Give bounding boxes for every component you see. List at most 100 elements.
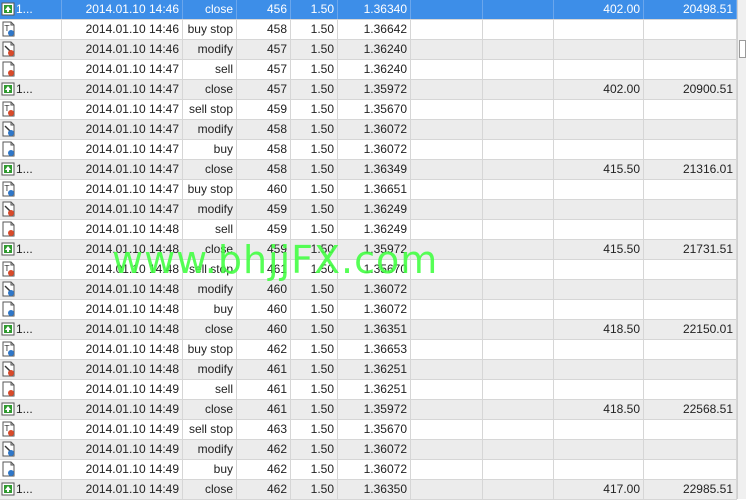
time-cell: 2014.01.10 14:47 xyxy=(62,180,183,199)
time-cell: 2014.01.10 14:48 xyxy=(62,360,183,379)
order-cell: 463 xyxy=(237,420,291,439)
sl-cell xyxy=(411,160,483,179)
tp-cell xyxy=(483,200,554,219)
table-row[interactable]: 1... 2014.01.10 14:47 close 458 1.50 1.36349 4… xyxy=(0,160,737,180)
table-row[interactable]: 1... 2014.01.10 14:49 close 461 1.50 1.35972 4… xyxy=(0,400,737,420)
table-row[interactable]: 2014.01.10 14:46 modify 457 1.50 1.36240 xyxy=(0,40,737,60)
buy-icon xyxy=(1,141,15,157)
sl-cell xyxy=(411,40,483,59)
balance-cell xyxy=(644,460,737,479)
table-row[interactable]: 2014.01.10 14:48 buy 460 1.50 1.36072 xyxy=(0,300,737,320)
table-row[interactable]: 1... 2014.01.10 14:46 close 456 1.50 1.36340 4… xyxy=(0,0,737,20)
table-row[interactable]: 2014.01.10 14:48 sell 459 1.50 1.36249 xyxy=(0,220,737,240)
table-row[interactable]: 2014.01.10 14:49 buy 462 1.50 1.36072 xyxy=(0,460,737,480)
id-cell: T xyxy=(0,180,62,199)
time-cell: 2014.01.10 14:48 xyxy=(62,300,183,319)
id-cell xyxy=(0,360,62,379)
id-cell xyxy=(0,40,62,59)
volume-cell: 1.50 xyxy=(291,400,338,419)
sl-cell xyxy=(411,400,483,419)
profit-cell xyxy=(554,280,644,299)
order-cell: 461 xyxy=(237,400,291,419)
id-text: 1... xyxy=(16,242,33,256)
balance-cell xyxy=(644,440,737,459)
buy-icon xyxy=(1,301,15,317)
type-cell: close xyxy=(183,400,237,419)
order-cell: 460 xyxy=(237,300,291,319)
price-cell: 1.36249 xyxy=(338,200,411,219)
table-row[interactable]: 2014.01.10 14:49 modify 462 1.50 1.36072 xyxy=(0,440,737,460)
balance-cell xyxy=(644,180,737,199)
time-cell: 2014.01.10 14:49 xyxy=(62,380,183,399)
volume-cell: 1.50 xyxy=(291,160,338,179)
table-row[interactable]: 1... 2014.01.10 14:48 close 460 1.50 1.36351 4… xyxy=(0,320,737,340)
profit-cell: 415.50 xyxy=(554,160,644,179)
table-row[interactable]: T 2014.01.10 14:47 sell stop 459 1.50 1.35670 xyxy=(0,100,737,120)
table-row[interactable]: T 2014.01.10 14:46 buy stop 458 1.50 1.36642 xyxy=(0,20,737,40)
type-cell: sell stop xyxy=(183,420,237,439)
type-cell: close xyxy=(183,240,237,259)
order-cell: 460 xyxy=(237,180,291,199)
sl-cell xyxy=(411,180,483,199)
time-cell: 2014.01.10 14:47 xyxy=(62,120,183,139)
id-cell: 1... xyxy=(0,480,62,499)
order-cell: 458 xyxy=(237,120,291,139)
profit-cell xyxy=(554,60,644,79)
table-row[interactable]: 2014.01.10 14:47 modify 459 1.50 1.36249 xyxy=(0,200,737,220)
tp-cell xyxy=(483,80,554,99)
vertical-scrollbar[interactable] xyxy=(737,0,746,499)
order-cell: 458 xyxy=(237,140,291,159)
profit-cell xyxy=(554,300,644,319)
volume-cell: 1.50 xyxy=(291,460,338,479)
type-cell: sell xyxy=(183,60,237,79)
buy-pending-icon: T xyxy=(1,341,15,357)
sl-cell xyxy=(411,320,483,339)
tp-cell xyxy=(483,420,554,439)
table-row[interactable]: 1... 2014.01.10 14:49 close 462 1.50 1.36350 4… xyxy=(0,480,737,500)
volume-cell: 1.50 xyxy=(291,360,338,379)
table-row[interactable]: 2014.01.10 14:47 buy 458 1.50 1.36072 xyxy=(0,140,737,160)
type-cell: modify xyxy=(183,360,237,379)
order-cell: 462 xyxy=(237,460,291,479)
volume-cell: 1.50 xyxy=(291,20,338,39)
profit-cell xyxy=(554,220,644,239)
type-cell: sell stop xyxy=(183,100,237,119)
scrollbar-thumb[interactable] xyxy=(739,40,746,58)
time-cell: 2014.01.10 14:48 xyxy=(62,220,183,239)
time-cell: 2014.01.10 14:47 xyxy=(62,60,183,79)
type-cell: modify xyxy=(183,440,237,459)
balance-cell: 20900.51 xyxy=(644,80,737,99)
sell-icon xyxy=(1,61,15,77)
balance-cell xyxy=(644,280,737,299)
trade-history-table: 1... 2014.01.10 14:46 close 456 1.50 1.36340 4… xyxy=(0,0,737,500)
balance-cell: 21316.01 xyxy=(644,160,737,179)
tp-cell xyxy=(483,380,554,399)
price-cell: 1.35670 xyxy=(338,100,411,119)
id-cell: 1... xyxy=(0,240,62,259)
table-row[interactable]: 1... 2014.01.10 14:47 close 457 1.50 1.35972 4… xyxy=(0,80,737,100)
table-row[interactable]: T 2014.01.10 14:48 buy stop 462 1.50 1.36653 xyxy=(0,340,737,360)
table-row[interactable]: T 2014.01.10 14:49 sell stop 463 1.50 1.35670 xyxy=(0,420,737,440)
balance-cell xyxy=(644,20,737,39)
volume-cell: 1.50 xyxy=(291,140,338,159)
balance-cell: 22985.51 xyxy=(644,480,737,499)
table-row[interactable]: 2014.01.10 14:48 modify 460 1.50 1.36072 xyxy=(0,280,737,300)
tp-cell xyxy=(483,460,554,479)
price-cell: 1.36072 xyxy=(338,440,411,459)
balance-cell: 22150.01 xyxy=(644,320,737,339)
tp-cell xyxy=(483,220,554,239)
table-row[interactable]: 2014.01.10 14:47 modify 458 1.50 1.36072 xyxy=(0,120,737,140)
table-row[interactable]: 2014.01.10 14:49 sell 461 1.50 1.36251 xyxy=(0,380,737,400)
modify-buy-icon xyxy=(1,441,15,457)
type-cell: buy xyxy=(183,460,237,479)
order-cell: 457 xyxy=(237,80,291,99)
id-text: 1... xyxy=(16,82,33,96)
table-row[interactable]: 2014.01.10 14:47 sell 457 1.50 1.36240 xyxy=(0,60,737,80)
order-cell: 461 xyxy=(237,260,291,279)
table-row[interactable]: T 2014.01.10 14:47 buy stop 460 1.50 1.36651 xyxy=(0,180,737,200)
table-row[interactable]: 2014.01.10 14:48 modify 461 1.50 1.36251 xyxy=(0,360,737,380)
close-trade-icon xyxy=(1,161,15,177)
table-row[interactable]: T 2014.01.10 14:48 sell stop 461 1.50 1.35670 xyxy=(0,260,737,280)
table-row[interactable]: 1... 2014.01.10 14:48 close 459 1.50 1.35972 4… xyxy=(0,240,737,260)
price-cell: 1.36642 xyxy=(338,20,411,39)
